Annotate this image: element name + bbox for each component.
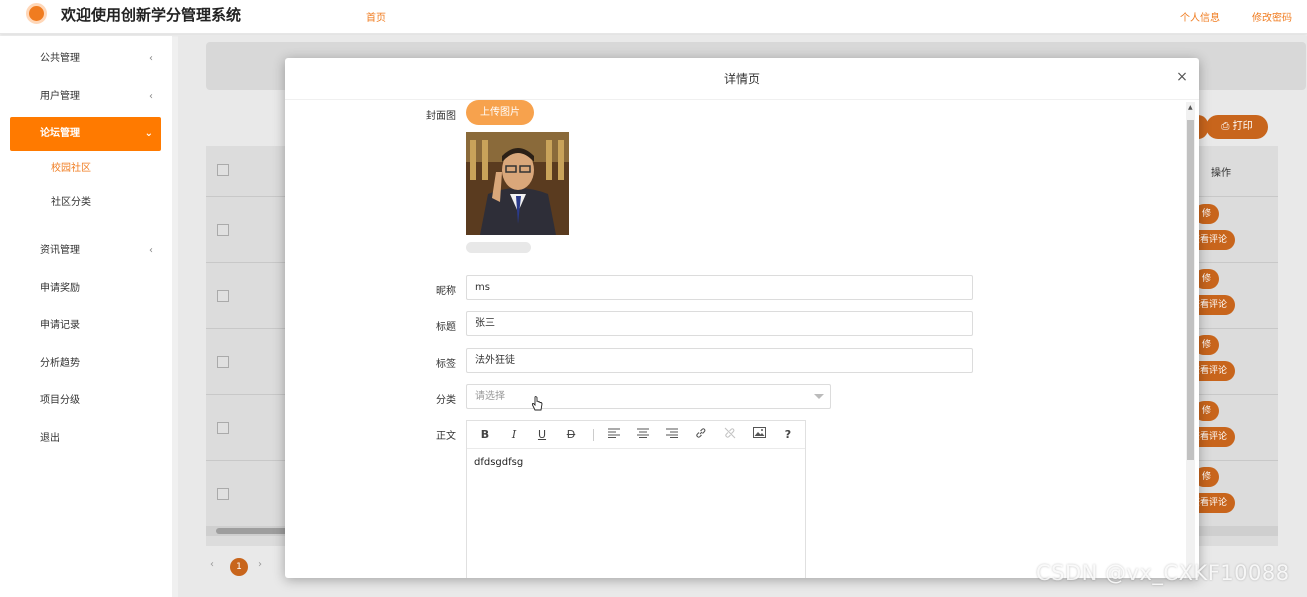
nickname-label: 昵称	[436, 286, 456, 297]
upload-progress	[466, 242, 531, 253]
sidebar-item-label: 资讯管理	[40, 245, 80, 256]
editor-toolbar: B I U D ?	[467, 421, 805, 449]
row-checkbox[interactable]	[217, 422, 229, 434]
row-checkbox[interactable]	[217, 488, 229, 500]
sidebar-item-label: 论坛管理	[40, 128, 80, 139]
app-title: 欢迎使用创新学分管理系统	[61, 6, 242, 24]
align-center-icon[interactable]	[636, 427, 650, 443]
align-right-icon[interactable]	[665, 427, 679, 443]
category-placeholder: 请选择	[475, 391, 505, 402]
sidebar-item-project-level[interactable]: 项目分级	[10, 384, 161, 418]
sidebar-item-logout[interactable]: 退出	[10, 422, 161, 456]
top-bar: 欢迎使用创新学分管理系统 首页 个人信息 修改密码	[0, 0, 1307, 34]
sidebar-item-public[interactable]: 公共管理 ‹	[10, 42, 161, 76]
image-icon[interactable]	[752, 427, 766, 443]
select-all-checkbox[interactable]	[217, 164, 229, 176]
upload-image-button[interactable]: 上传图片	[466, 100, 534, 125]
sidebar-subitem-community-category[interactable]: 社区分类	[10, 188, 161, 218]
chevron-left-icon: ‹	[149, 245, 153, 256]
underline-icon[interactable]: U	[535, 427, 549, 443]
sidebar-item-trend[interactable]: 分析趋势	[10, 347, 161, 381]
page-number-current[interactable]: 1	[230, 558, 248, 576]
logo-icon	[26, 3, 47, 24]
chevron-left-icon: ‹	[149, 53, 153, 64]
chevron-down-icon: ⌄	[144, 128, 153, 139]
detail-dialog: 详情页 × 封面图 上传图片 昵称 ms 标题 张三 标签 法外狂徒 分类 请选…	[285, 58, 1199, 578]
sidebar-item-forum[interactable]: 论坛管理 ⌄	[10, 117, 161, 151]
title-label: 标题	[436, 322, 456, 333]
hand-cursor-icon	[531, 396, 543, 415]
sidebar-item-apply-record[interactable]: 申请记录	[10, 309, 161, 343]
row-checkbox[interactable]	[217, 290, 229, 302]
sidebar-item-label: 公共管理	[40, 53, 80, 64]
title-field[interactable]: 张三	[466, 311, 973, 336]
unlink-icon[interactable]	[723, 427, 737, 443]
cover-image	[466, 132, 569, 235]
strikethrough-icon[interactable]: D	[564, 427, 578, 443]
print-button[interactable]: ⎙ 打印	[1206, 115, 1268, 139]
cover-label: 封面图	[426, 111, 456, 122]
dialog-title: 详情页	[285, 58, 1199, 100]
dialog-scrollbar[interactable]: ▲	[1186, 102, 1195, 578]
sidebar-subitem-campus-community[interactable]: 校园社区	[10, 154, 161, 184]
bold-icon[interactable]: B	[478, 427, 492, 443]
link-icon[interactable]	[694, 427, 708, 443]
row-checkbox[interactable]	[217, 356, 229, 368]
scroll-up-icon[interactable]: ▲	[1188, 104, 1193, 111]
align-left-icon[interactable]	[607, 427, 621, 443]
editor-content[interactable]: dfdsgdfsg	[474, 457, 523, 468]
body-label: 正文	[436, 431, 456, 442]
sidebar-item-news[interactable]: 资讯管理 ‹	[10, 234, 161, 268]
prev-page-icon[interactable]: ‹	[210, 559, 214, 570]
italic-icon[interactable]: I	[507, 427, 521, 443]
nickname-field[interactable]: ms	[466, 275, 973, 300]
caret-down-icon	[814, 394, 824, 399]
sidebar: 公共管理 ‹ 用户管理 ‹ 论坛管理 ⌄ 校园社区 社区分类 资讯管理 ‹ 申请…	[0, 36, 172, 597]
close-icon[interactable]: ×	[1175, 70, 1189, 84]
help-icon[interactable]: ?	[781, 427, 795, 443]
category-select[interactable]: 请选择	[466, 384, 831, 409]
nav-profile-link[interactable]: 个人信息	[1180, 9, 1220, 24]
sidebar-item-label: 用户管理	[40, 91, 80, 102]
tag-field[interactable]: 法外狂徒	[466, 348, 973, 373]
chevron-left-icon: ‹	[149, 91, 153, 102]
row-checkbox[interactable]	[217, 224, 229, 236]
watermark: CSDN @vx_CXKF10088	[1036, 561, 1290, 585]
scrollbar-thumb[interactable]	[1187, 120, 1194, 460]
nav-change-password-link[interactable]: 修改密码	[1252, 9, 1292, 24]
next-page-icon[interactable]: ›	[258, 559, 262, 570]
rich-text-editor[interactable]: B I U D ? dfdsgdfsg	[466, 420, 806, 578]
sidebar-item-apply-reward[interactable]: 申请奖励	[10, 272, 161, 306]
op-column-header: 操作	[1211, 168, 1231, 179]
category-label: 分类	[436, 395, 456, 406]
sidebar-item-users[interactable]: 用户管理 ‹	[10, 80, 161, 114]
nav-home-link[interactable]: 首页	[366, 9, 386, 24]
tag-label: 标签	[436, 359, 456, 370]
